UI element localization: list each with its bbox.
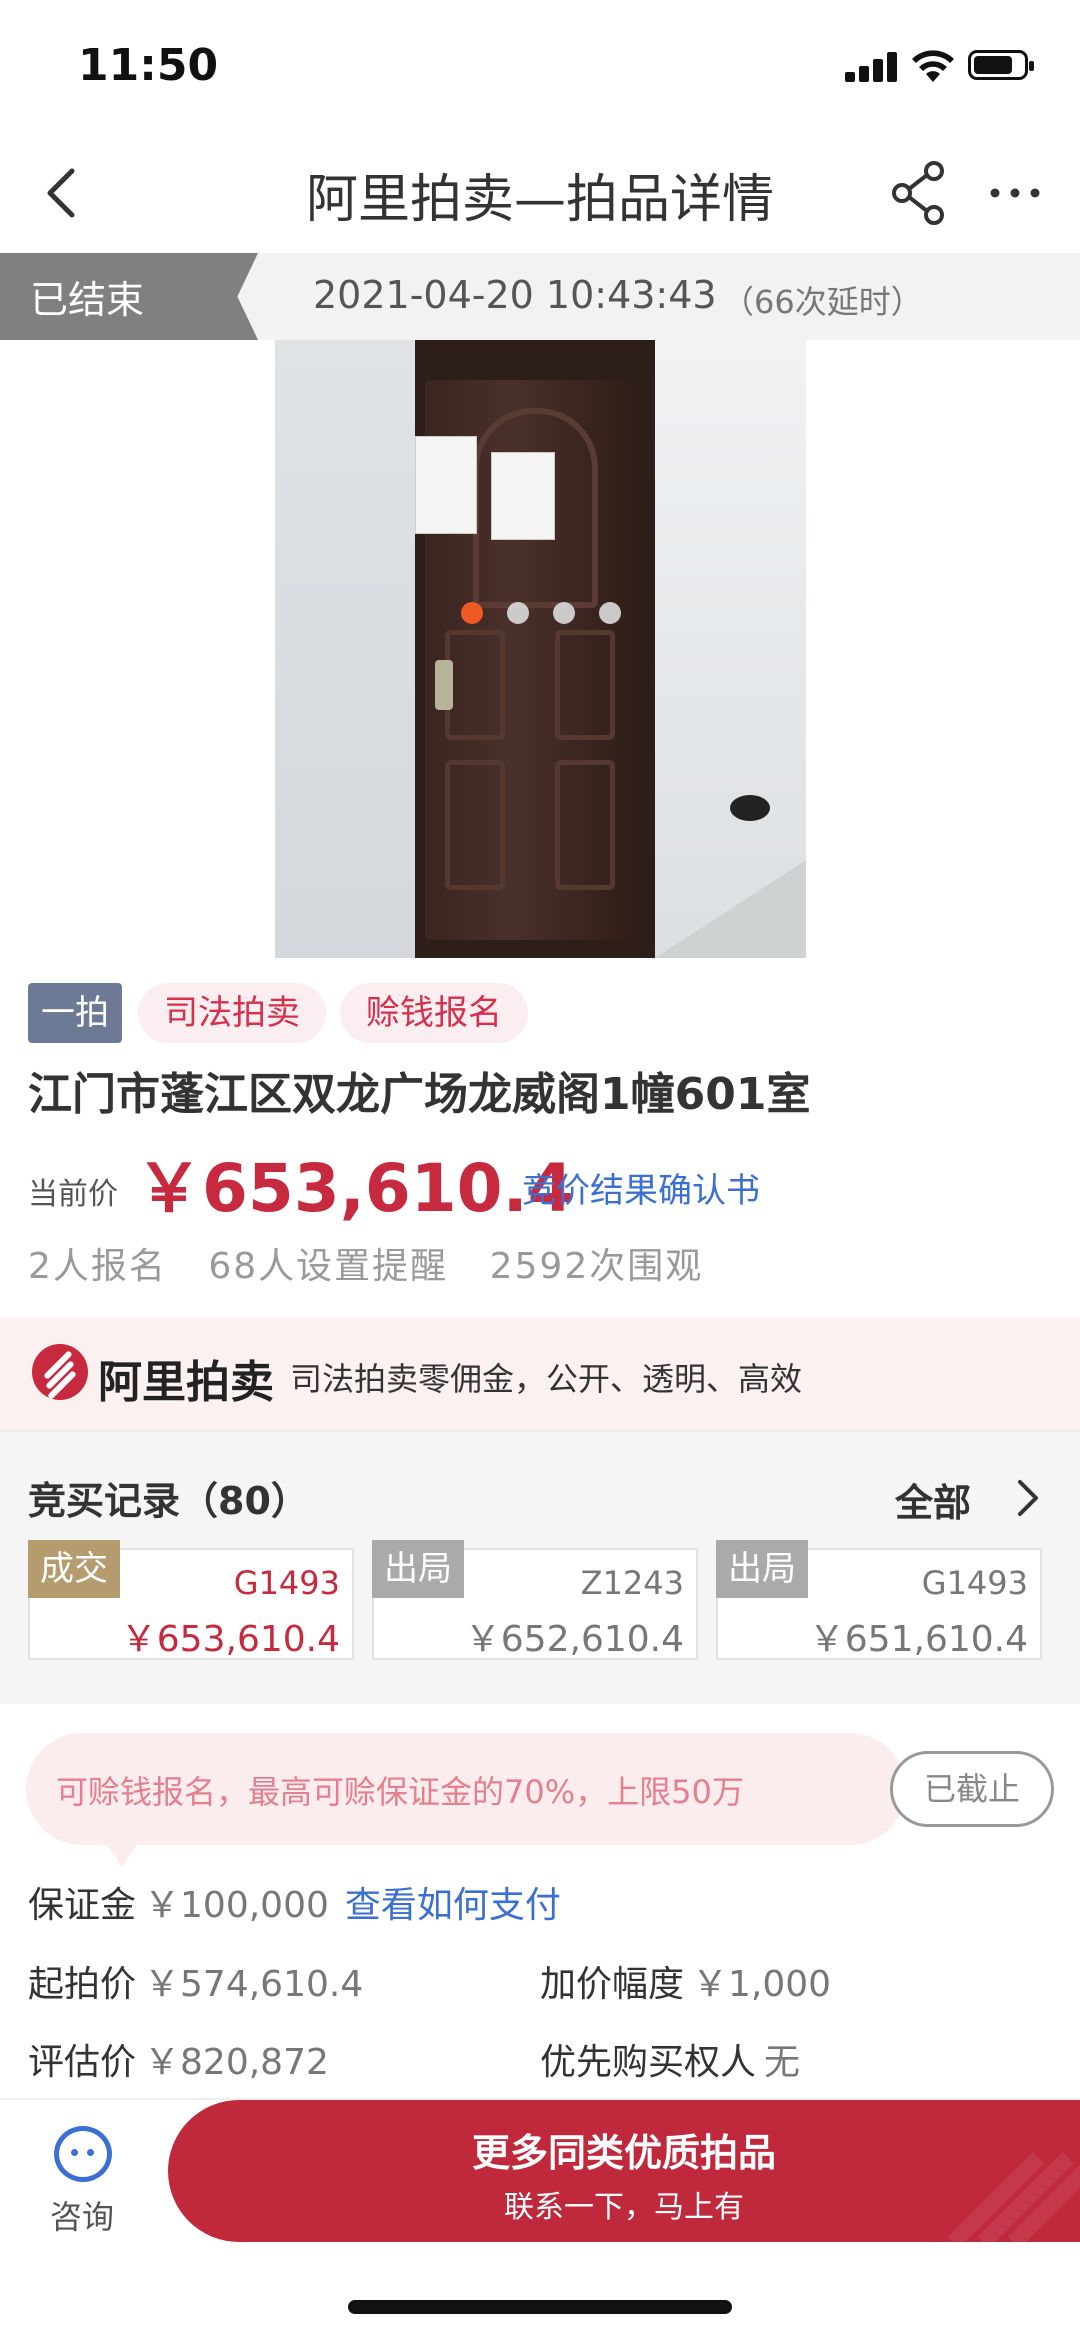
stat-signups: 2人报名 <box>28 1246 167 1287</box>
bid-records-all[interactable]: 全部 <box>895 1472 971 1527</box>
stat-views: 2592次围观 <box>489 1246 704 1287</box>
consult-label: 咨询 <box>49 2198 114 2236</box>
bid-amount: ￥651,610.4 <box>808 1619 1028 1660</box>
tag-round: 一拍 <box>28 983 122 1043</box>
home-indicator[interactable] <box>348 2300 732 2314</box>
bid-record-card[interactable]: 成交 G1493 ￥653,610.4 <box>28 1540 354 1660</box>
status-time: 11:50 <box>78 40 219 91</box>
item-stats: 2人报名 68人设置提醒 2592次围观 <box>28 1237 731 1289</box>
bid-status: 成交 <box>28 1540 120 1598</box>
increment-label: 加价幅度 <box>540 1964 685 2005</box>
priority-label: 优先购买权人 <box>540 2042 757 2083</box>
more-icon[interactable] <box>985 157 1045 227</box>
auction-status-bar: 已结束 2021-04-20 10:43:43 （66次延时） <box>0 253 1080 340</box>
ali-logo-icon <box>32 1344 88 1400</box>
ali-slogan: 司法拍卖零佣金，公开、透明、高效 <box>290 1360 803 1398</box>
deposit-value: ￥100,000 <box>144 1885 329 1926</box>
status-tag-label: 已结束 <box>30 278 145 322</box>
bid-status: 出局 <box>372 1540 464 1598</box>
battery-icon <box>968 50 1034 80</box>
bid-status: 出局 <box>716 1540 808 1598</box>
bid-amount: ￥652,610.4 <box>464 1619 684 1660</box>
price-label: 当前价 <box>28 1177 118 1212</box>
increment-value: ￥1,000 <box>692 1964 832 2005</box>
status-bar: 11:50 <box>0 0 1080 135</box>
bid-record-card[interactable]: 出局 Z1243 ￥652,610.4 <box>372 1540 698 1660</box>
bid-record-card[interactable]: 出局 G1493 ￥651,610.4 <box>716 1540 1042 1660</box>
ali-banner: 阿里拍卖 司法拍卖零佣金，公开、透明、高效 <box>0 1318 1080 1432</box>
gallery-dot-3[interactable] <box>553 602 575 624</box>
cta-subtitle: 联系一下，马上有 <box>504 2190 744 2225</box>
gallery-dot-2[interactable] <box>507 602 529 624</box>
appraisal-label: 评估价 <box>28 2042 137 2083</box>
item-photo[interactable] <box>275 340 806 958</box>
consult-button[interactable]: 咨询 <box>36 2120 128 2236</box>
closed-button[interactable]: 已截止 <box>890 1751 1054 1827</box>
how-to-pay-link[interactable]: 查看如何支付 <box>345 1885 561 1926</box>
item-title: 江门市蓬江区双龙广场龙威阁1幢601室 <box>28 1069 811 1120</box>
more-items-button[interactable]: 更多同类优质拍品 联系一下，马上有 <box>168 2100 1080 2242</box>
credit-notice-text: 可赊钱报名，最高可赊保证金的70%，上限50万 <box>56 1773 744 1811</box>
wifi-icon <box>912 50 954 82</box>
bid-records-heading: 竞买记录（80） <box>28 1479 309 1523</box>
confirm-link[interactable]: 竞价结果确认书 <box>522 1163 760 1212</box>
headset-icon <box>54 2126 112 2182</box>
status-tag: 已结束 <box>0 253 258 340</box>
start-price-value: ￥574,610.4 <box>144 1964 364 2005</box>
deposit-row: 保证金 ￥100,000 查看如何支付 <box>28 1876 561 1928</box>
appraisal-row: 评估价 ￥820,872 <box>28 2033 329 2085</box>
ali-brand: 阿里拍卖 <box>98 1357 274 1408</box>
delay-count: （66次延时） <box>722 283 923 321</box>
bid-records: 竞买记录（80） 全部 成交 G1493 ￥653,610.4 出局 Z1243… <box>0 1432 1080 1704</box>
increment-row: 加价幅度 ￥1,000 <box>540 1955 831 2007</box>
bidder-code: G1493 <box>233 1564 340 1602</box>
signal-icon <box>845 50 897 82</box>
nav-bar: 阿里拍卖—拍品详情 <box>0 135 1080 255</box>
priority-value: 无 <box>764 2042 801 2083</box>
share-icon[interactable] <box>888 157 948 227</box>
appraisal-value: ￥820,872 <box>144 2042 329 2083</box>
start-price-label: 起拍价 <box>28 1964 137 2005</box>
start-price-row: 起拍价 ￥574,610.4 <box>28 1955 363 2007</box>
current-price: ￥653,610.4 <box>136 1150 574 1227</box>
priority-row: 优先购买权人无 <box>540 2033 800 2085</box>
gallery-dot-4[interactable] <box>599 602 621 624</box>
door-image <box>415 380 640 940</box>
bidder-code: G1493 <box>921 1564 1028 1602</box>
bid-amount: ￥653,610.4 <box>120 1619 340 1660</box>
end-time: 2021-04-20 10:43:43 <box>313 273 717 317</box>
bottom-bar: 咨询 更多同类优质拍品 联系一下，马上有 <box>0 2098 1080 2242</box>
chevron-right-icon[interactable] <box>1012 1476 1042 1520</box>
credit-notice: 可赊钱报名，最高可赊保证金的70%，上限50万 <box>26 1733 906 1867</box>
tag-judicial: 司法拍卖 <box>138 983 326 1043</box>
gallery-dot-1[interactable] <box>461 602 483 624</box>
price-row: 当前价 ￥653,610.4 竞价结果确认书 <box>28 1135 1068 1227</box>
tag-credit: 赊钱报名 <box>340 983 528 1043</box>
deposit-label: 保证金 <box>28 1885 137 1926</box>
cta-title: 更多同类优质拍品 <box>471 2131 776 2175</box>
bidder-code: Z1243 <box>580 1564 684 1602</box>
stat-reminders: 68人设置提醒 <box>208 1246 449 1287</box>
